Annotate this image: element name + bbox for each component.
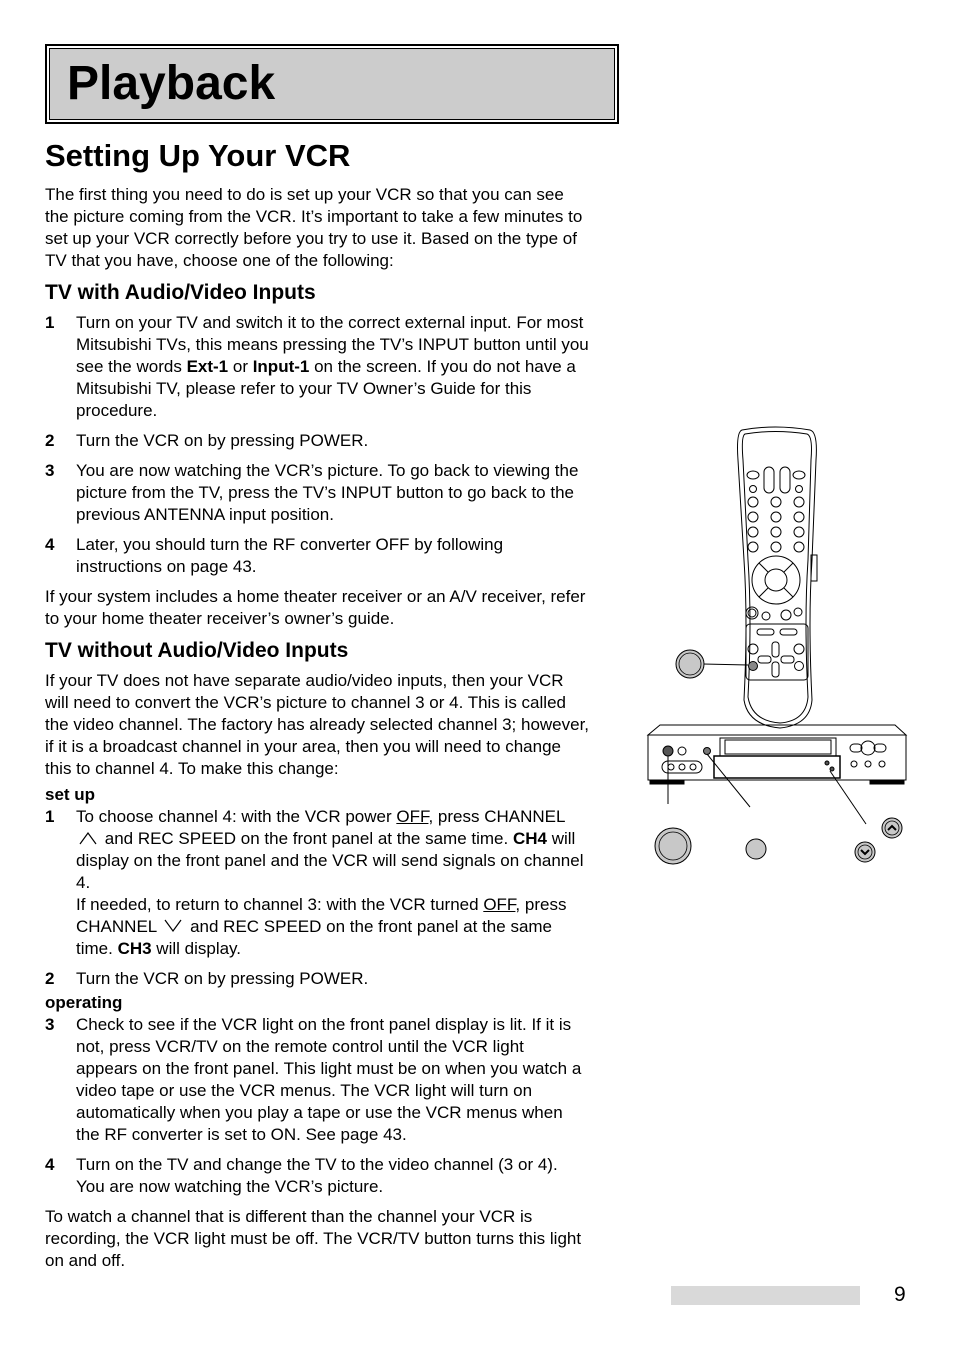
step-text: To choose channel 4: with the VCR power [76,807,397,826]
step-number: 1 [45,313,55,332]
step-text: and REC SPEED on the front panel at the … [104,829,513,848]
step-number: 2 [45,431,55,450]
setup-step-2: 2 Turn the VCR on by pressing POWER. [45,968,590,990]
operating-label: operating [45,993,123,1012]
operating-step-4: 4 Turn on the TV and change the TV to th… [45,1154,590,1198]
receiver-note: If your system includes a home theater r… [45,587,586,628]
av-step-3: 3 You are now watching the VCR’s picture… [45,460,590,526]
setup-label: set up [45,785,96,804]
off-underlined: OFF [396,807,429,826]
channel-up-icon [79,831,97,845]
channel-up-button-icon [881,817,903,839]
step-number: 3 [45,1015,55,1034]
section-title: Setting Up Your VCR [45,138,351,173]
off-underlined: OFF [483,895,516,914]
av-step-4: 4 Later, you should turn the RF converte… [45,534,590,578]
step-number: 4 [45,535,55,554]
ext-1-label: Ext-1 [186,357,229,376]
closing-paragraph: To watch a channel that is different tha… [45,1207,582,1270]
rec-speed-button-icon [745,838,767,860]
operating-step-3: 3 Check to see if the VCR light on the f… [45,1014,590,1146]
step-number: 3 [45,461,55,480]
channel-down-button-icon [854,841,876,863]
ch4-label: CH4 [512,829,547,848]
step-text: Check to see if the VCR light on the fro… [76,1015,582,1144]
channel-down-icon [164,919,182,933]
chapter-title-box: Playback [45,44,619,124]
input-1-label: Input-1 [252,357,310,376]
vcr-tv-button-callout [675,649,749,679]
vcr-front-panel [646,724,908,785]
page-number: 9 [894,1283,906,1306]
step-text: Later, you should turn the RF converter … [76,535,504,576]
step-text: Turn the VCR on by pressing POWER. [76,431,369,450]
vcr-remote-illustration [646,426,908,865]
step-text: If needed, to return to channel 3: with … [76,895,484,914]
step-text: You are now watching the VCR’s picture. … [76,461,579,524]
vcr-callouts [667,753,867,825]
av-step-2: 2 Turn the VCR on by pressing POWER. [45,430,590,452]
setup-step-1: 1 To choose channel 4: with the VCR powe… [45,806,590,960]
power-button-icon [654,827,692,865]
ch3-label: CH3 [117,939,152,958]
step-number: 4 [45,1155,55,1174]
remote-control [737,426,818,729]
step-text: Turn the VCR on by pressing POWER. [76,969,369,988]
chapter-title: Playback [67,57,276,110]
main-column: The first thing you need to do is set up… [45,184,590,1272]
step-text: will display. [151,939,242,958]
step-number: 1 [45,807,55,826]
av-step-1: 1 Turn on your TV and switch it to the c… [45,312,590,422]
step-text: Turn on the TV and change the TV to the … [76,1155,558,1196]
page-number-bar [671,1286,860,1305]
intro-paragraph: The first thing you need to do is set up… [45,185,583,270]
av-inputs-heading: TV with Audio/Video Inputs [45,281,316,304]
no-av-inputs-heading: TV without Audio/Video Inputs [45,639,349,662]
step-number: 2 [45,969,55,988]
step-text: or [228,357,253,376]
step-text: , press CHANNEL [428,807,565,826]
no-av-intro: If your TV does not have separate audio/… [45,671,590,778]
